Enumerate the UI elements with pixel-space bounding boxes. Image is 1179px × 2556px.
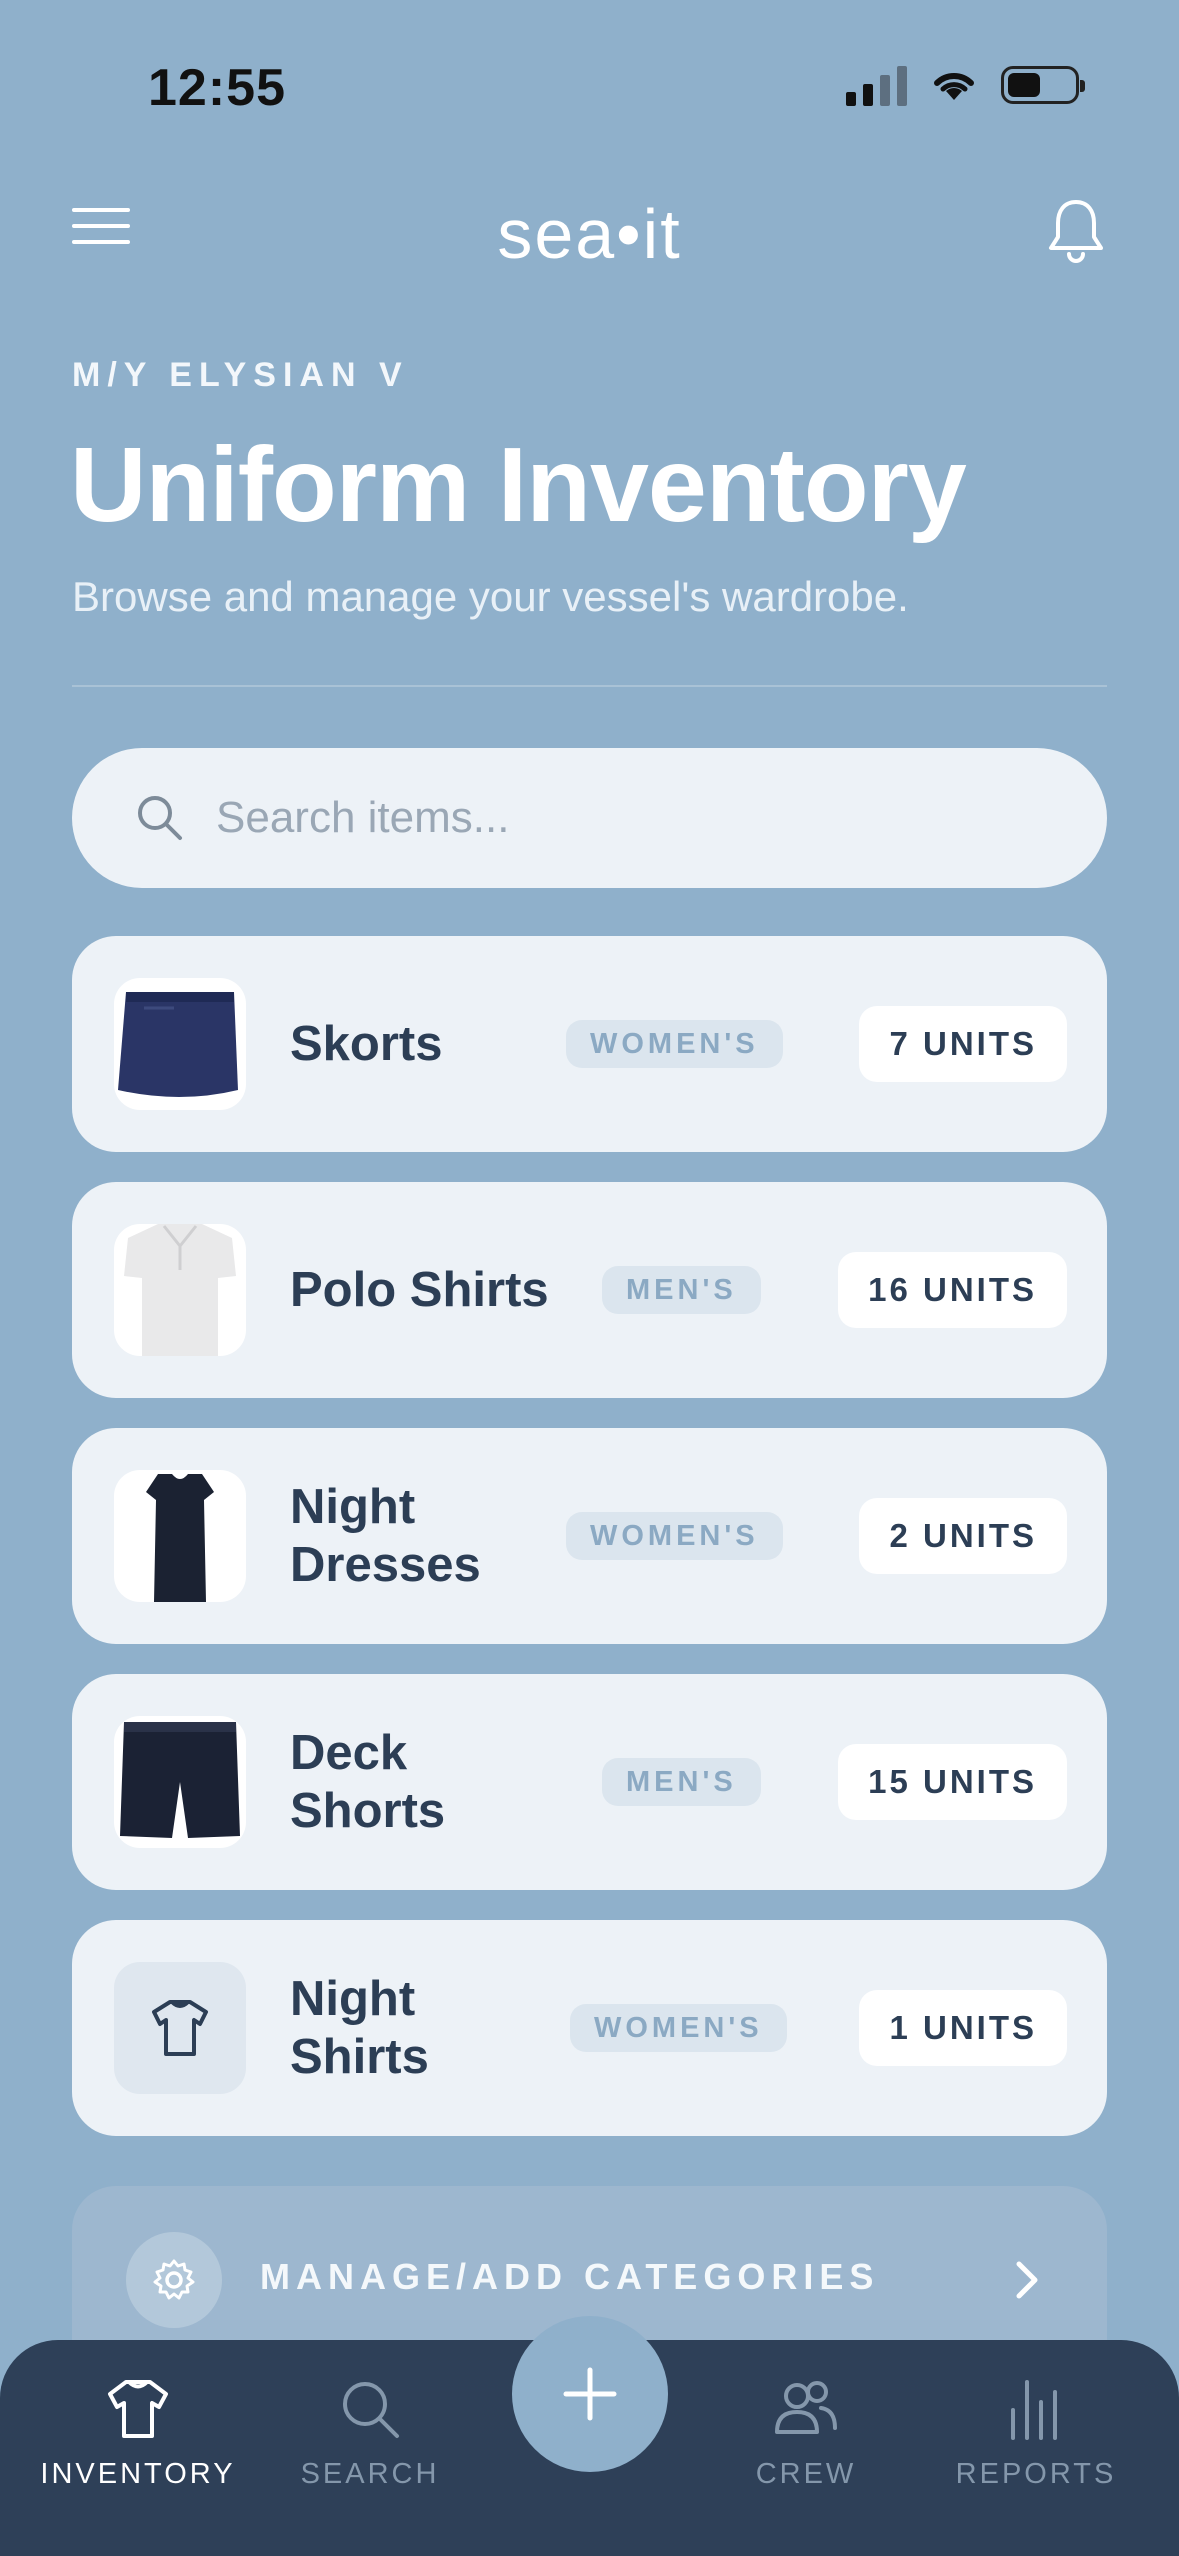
item-name: Skorts: [290, 1017, 443, 1071]
nav-inventory[interactable]: INVENTORY: [28, 2376, 248, 2491]
status-time: 12:55: [148, 59, 286, 117]
units-badge: 2 UNITS: [859, 1498, 1067, 1574]
tshirt-icon: [108, 2380, 168, 2438]
cellular-signal-icon: [846, 64, 907, 106]
wifi-icon: [934, 72, 974, 100]
search-icon: [138, 796, 182, 840]
nav-label: REPORTS: [955, 2458, 1117, 2490]
item-thumbnail: [114, 1470, 246, 1602]
search-icon: [343, 2382, 399, 2438]
nav-search[interactable]: SEARCH: [260, 2376, 480, 2491]
chevron-right-icon: [1016, 2261, 1038, 2299]
units-badge: 7 UNITS: [859, 1006, 1067, 1082]
category-badge: WOMEN'S: [566, 1512, 783, 1560]
item-name: Night Shirts: [290, 1972, 429, 2084]
category-badge: MEN'S: [602, 1266, 761, 1314]
battery-icon: [1001, 66, 1085, 104]
item-name: Night Dresses: [290, 1480, 481, 1592]
item-thumbnail: [114, 1716, 246, 1848]
item-name: Polo Shirts: [290, 1263, 549, 1317]
nav-label: SEARCH: [300, 2458, 440, 2490]
polo-shirt-photo: [124, 1224, 236, 1356]
app-header: sea•it: [72, 180, 1107, 280]
page-title: Uniform Inventory: [70, 426, 967, 544]
divider: [72, 685, 1107, 687]
plus-icon: [563, 2367, 617, 2421]
skort-photo: [118, 992, 238, 1097]
nav-label: INVENTORY: [40, 2458, 236, 2490]
list-item[interactable]: Deck Shorts MEN'S 15 UNITS: [72, 1674, 1107, 1890]
category-badge: MEN'S: [602, 1758, 761, 1806]
brand-logo: sea•it: [497, 195, 682, 273]
item-thumbnail: [114, 1962, 246, 2094]
list-item[interactable]: Polo Shirts MEN'S 16 UNITS: [72, 1182, 1107, 1398]
notifications-button[interactable]: [1045, 196, 1107, 264]
bell-icon: [1049, 200, 1103, 263]
dress-photo: [146, 1474, 214, 1602]
inventory-list: Skorts WOMEN'S 7 UNITS Polo Shirts MEN'S…: [72, 936, 1107, 2166]
list-item[interactable]: Night Dresses WOMEN'S 2 UNITS: [72, 1428, 1107, 1644]
bar-chart-icon: [1011, 2380, 1057, 2440]
tshirt-icon: [152, 2000, 208, 2056]
list-item[interactable]: Night Shirts WOMEN'S 1 UNITS: [72, 1920, 1107, 2136]
search-bar[interactable]: [72, 748, 1107, 888]
search-input[interactable]: [216, 793, 1016, 843]
status-bar: 12:55: [0, 0, 1179, 175]
list-item[interactable]: Skorts WOMEN'S 7 UNITS: [72, 936, 1107, 1152]
nav-label: CREW: [755, 2458, 857, 2490]
category-badge: WOMEN'S: [566, 1020, 783, 1068]
add-item-button[interactable]: [512, 2316, 668, 2472]
item-thumbnail: [114, 1224, 246, 1356]
item-thumbnail: [114, 978, 246, 1110]
nav-reports[interactable]: REPORTS: [926, 2376, 1146, 2491]
units-badge: 16 UNITS: [838, 1252, 1067, 1328]
gear-icon-wrapper: [126, 2232, 222, 2328]
item-name: Deck Shorts: [290, 1726, 446, 1838]
category-badge: WOMEN'S: [570, 2004, 787, 2052]
manage-categories-label: MANAGE/ADD CATEGORIES: [260, 2256, 880, 2297]
gear-icon: [153, 2259, 195, 2300]
units-badge: 15 UNITS: [838, 1744, 1067, 1820]
status-icons: [846, 64, 1085, 106]
page-subtitle: Browse and manage your vessel's wardrobe…: [72, 573, 909, 620]
users-icon: [775, 2381, 837, 2434]
nav-crew[interactable]: CREW: [696, 2376, 916, 2491]
units-badge: 1 UNITS: [859, 1990, 1067, 2066]
shorts-photo: [120, 1722, 240, 1838]
vessel-name: M/Y ELYSIAN V: [72, 356, 409, 394]
